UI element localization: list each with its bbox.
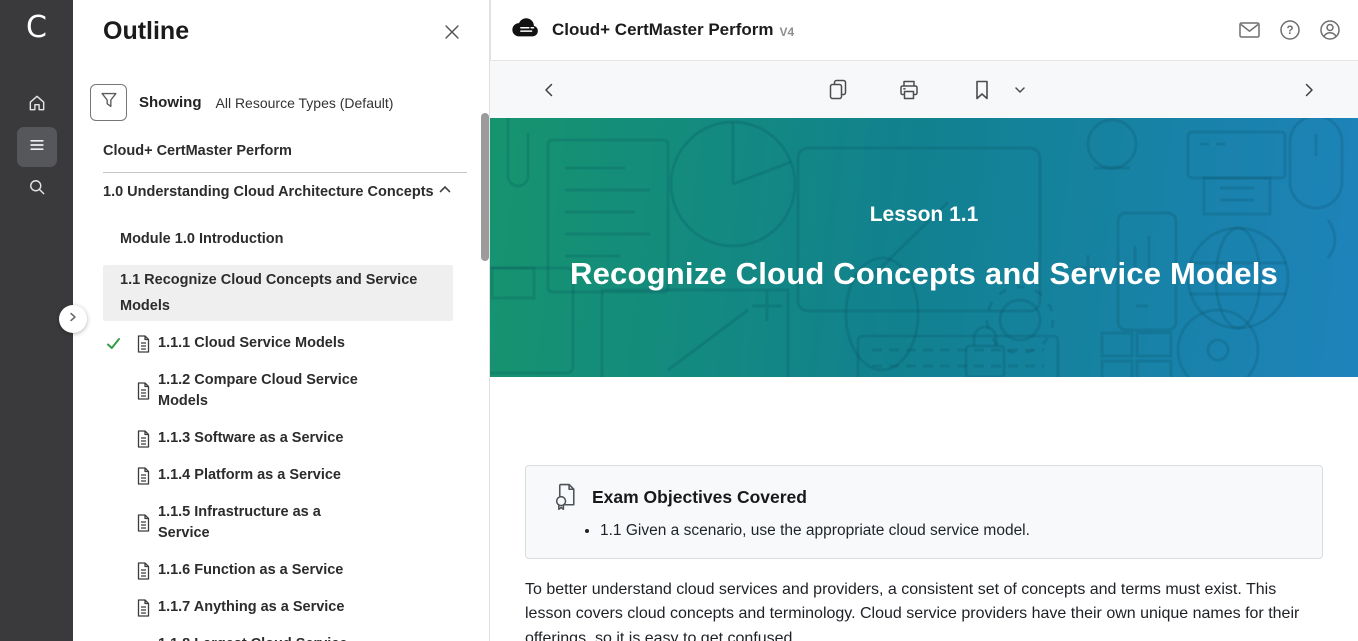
search-icon: [27, 177, 47, 202]
comptia-logo: C: [0, 10, 73, 45]
account-icon[interactable]: [1318, 18, 1342, 42]
outline-scrollbar[interactable]: [481, 113, 489, 261]
filter-button[interactable]: [90, 84, 127, 121]
certificate-icon: [554, 483, 579, 511]
tree-item-topic[interactable]: 1.1.8 Largest Cloud Service Providers: [73, 634, 489, 641]
product-title: Cloud+ CertMaster Perform: [552, 20, 774, 40]
document-icon: [136, 562, 151, 580]
topic-label: 1.1.6 Function as a Service: [158, 560, 343, 581]
filter-value: All Resource Types (Default): [216, 95, 394, 111]
main-header: Cloud+ CertMaster Perform V4 ?: [490, 0, 1358, 61]
outline-tree: Cloud+ CertMaster Perform 1.0 Understand…: [73, 142, 489, 641]
lesson-toolbar: [490, 61, 1358, 118]
filter-icon: [98, 89, 120, 116]
print-icon[interactable]: [897, 78, 921, 102]
svg-text:?: ?: [1286, 25, 1293, 37]
tree-item-lesson-selected[interactable]: 1.1 Recognize Cloud Concepts and Service…: [103, 265, 453, 321]
tree-item-course[interactable]: Cloud+ CertMaster Perform: [103, 142, 489, 160]
tree-item-topic[interactable]: 1.1.3 Software as a Service: [73, 428, 489, 449]
lesson-banner: Lesson 1.1 Recognize Cloud Concepts and …: [490, 118, 1358, 377]
showing-label: Showing: [139, 94, 202, 111]
document-icon: [136, 430, 151, 448]
cloud-icon: [511, 17, 541, 43]
search-button[interactable]: [17, 169, 57, 209]
outline-title: Outline: [103, 17, 189, 46]
lesson-content: Exam Objectives Covered 1.1 Given a scen…: [490, 377, 1358, 641]
document-icon: [136, 599, 151, 617]
topic-label: 1.1.7 Anything as a Service: [158, 597, 344, 618]
tree-item-topic[interactable]: 1.1.7 Anything as a Service: [73, 597, 489, 618]
collapse-rail-button[interactable]: [59, 305, 87, 333]
help-icon[interactable]: ?: [1278, 18, 1302, 42]
tree-item-topic[interactable]: 1.1.6 Function as a Service: [73, 560, 489, 581]
outline-panel: Outline Showing All Resource Types (Defa…: [73, 0, 490, 641]
app-root: C Outline: [0, 0, 1358, 641]
topic-label: 1.1.5 Infrastructure as a Service: [158, 502, 370, 544]
lesson-title: Recognize Cloud Concepts and Service Mod…: [570, 256, 1278, 292]
product-version: V4: [780, 22, 795, 39]
document-icon: [136, 514, 151, 532]
home-button[interactable]: [17, 85, 57, 125]
topic-label: 1.1.2 Compare Cloud Service Models: [158, 370, 370, 412]
objectives-title: Exam Objectives Covered: [592, 487, 807, 508]
close-outline-button[interactable]: [440, 22, 464, 46]
tree-item-module[interactable]: Module 1.0 Introduction: [120, 229, 489, 249]
copy-icon[interactable]: [826, 78, 850, 102]
next-page-button[interactable]: [1300, 81, 1318, 99]
topic-label: 1.1.1 Cloud Service Models: [158, 333, 345, 354]
home-icon: [27, 93, 47, 118]
objective-item: 1.1 Given a scenario, use the appropriat…: [600, 520, 1298, 542]
close-icon: [441, 21, 463, 48]
topic-label: 1.1.4 Platform as a Service: [158, 465, 341, 486]
mail-icon[interactable]: [1237, 18, 1262, 42]
check-icon: [103, 335, 123, 352]
document-icon: [136, 467, 151, 485]
domain-label: 1.0 Understanding Cloud Architecture Con…: [103, 182, 434, 202]
caret-down-icon[interactable]: [1012, 82, 1028, 98]
document-icon: [136, 382, 151, 400]
tree-item-topic[interactable]: 1.1.2 Compare Cloud Service Models: [73, 370, 489, 412]
tree-item-domain[interactable]: 1.0 Understanding Cloud Architecture Con…: [103, 182, 453, 202]
document-icon: [136, 335, 151, 353]
menu-icon: [27, 135, 47, 160]
main-area: Cloud+ CertMaster Perform V4 ?: [490, 0, 1358, 641]
tree-item-topic[interactable]: 1.1.1 Cloud Service Models: [73, 333, 489, 354]
tree-item-topic[interactable]: 1.1.5 Infrastructure as a Service: [73, 502, 489, 544]
objectives-list: 1.1 Given a scenario, use the appropriat…: [554, 520, 1298, 542]
tree-item-topic[interactable]: 1.1.4 Platform as a Service: [73, 465, 489, 486]
lesson-intro-paragraph: To better understand cloud services and …: [525, 578, 1323, 641]
chevron-up-icon: [437, 182, 453, 202]
chevron-right-icon: [66, 310, 80, 329]
lesson-number: Lesson 1.1: [870, 203, 979, 227]
exam-objectives-box: Exam Objectives Covered 1.1 Given a scen…: [525, 465, 1323, 559]
outline-menu-button[interactable]: [17, 127, 57, 167]
bookmark-icon[interactable]: [970, 78, 994, 102]
divider: [103, 172, 467, 173]
topic-label: 1.1.8 Largest Cloud Service Providers: [158, 634, 370, 641]
filter-row: Showing All Resource Types (Default): [90, 84, 393, 121]
previous-page-button[interactable]: [540, 81, 558, 99]
topic-label: 1.1.3 Software as a Service: [158, 428, 343, 449]
